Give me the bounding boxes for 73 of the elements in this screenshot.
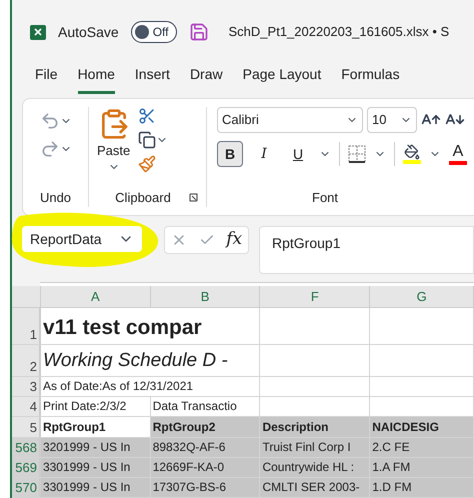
row-number[interactable]: 1 [12, 308, 41, 344]
font-name-field[interactable]: Calibri [217, 107, 363, 133]
table-cell: 89832Q-AF-6 [150, 438, 260, 457]
row-number[interactable]: 2 [12, 345, 41, 376]
fill-color-icon[interactable] [403, 144, 421, 164]
dialog-launcher-icon[interactable] [189, 192, 198, 202]
borders-icon[interactable] [348, 145, 366, 163]
autosave-label: AutoSave [58, 22, 119, 42]
excel-logo-icon [30, 24, 46, 40]
underline-button[interactable]: U [285, 141, 311, 167]
italic-button[interactable]: I [251, 141, 277, 167]
column-header[interactable]: F [260, 286, 370, 307]
formula-field[interactable]: RptGroup1 [259, 226, 474, 274]
group-label: Undo [40, 188, 72, 206]
row-number[interactable]: 5 [12, 417, 41, 437]
table-row[interactable]: 1 v11 test compar [12, 308, 474, 345]
table-cell: Data Transactio [150, 397, 260, 416]
table-row[interactable]: 4 Print Date:2/3/2 Data Transactio [12, 397, 474, 417]
row-number[interactable]: 3 [12, 377, 41, 396]
paste-button[interactable]: Paste [97, 107, 130, 173]
column-header[interactable]: A [40, 286, 151, 307]
table-cell: v11 test compar [40, 308, 260, 344]
ribbon-tab[interactable]: Insert [134, 64, 170, 94]
table-cell: RptGroup1 [40, 417, 151, 437]
save-icon[interactable] [188, 22, 209, 42]
table-row[interactable]: 570 3301999 - US In 17307G-BS-6 CMLTI SER 2003- 1.D FM [12, 478, 474, 498]
name-box[interactable]: ReportData [22, 226, 142, 252]
table-cell: Print Date:2/3/2 [40, 397, 151, 416]
group-label: Font [312, 188, 340, 206]
ribbon-tab[interactable]: File [35, 64, 58, 94]
ribbon-tab[interactable]: Formulas [341, 64, 400, 94]
row-number[interactable]: 568 [12, 438, 41, 457]
redo-icon[interactable] [40, 139, 60, 159]
table-cell: As of Date:As of 12/31/2021 [40, 377, 260, 396]
format-painter-icon[interactable] [138, 155, 156, 173]
table-cell: RptGroup2 [150, 417, 260, 437]
table-cell: NAICDESIG [370, 417, 474, 437]
row-number[interactable]: 4 [12, 397, 41, 416]
table-row[interactable]: 2 Working Schedule D - [12, 345, 474, 377]
table-row[interactable]: 569 3301999 - US In 12669F-KA-0 Countrywide HL : 1.A FM [12, 458, 474, 478]
insert-function-button[interactable]: fx [226, 227, 242, 253]
table-cell: Countrywide HL : [260, 458, 370, 477]
table-cell: 17307G-BS-6 [150, 478, 260, 497]
table-cell: 3201999 - US In [40, 438, 151, 457]
table-cell: 1.D FM [370, 478, 474, 497]
table-row[interactable]: 568 3201999 - US In 89832Q-AF-6 Truist Finl Corp I 2.C FE [12, 438, 474, 458]
ribbon-tab[interactable]: Home [78, 64, 115, 94]
font-color-button[interactable]: A [449, 143, 467, 165]
column-header[interactable]: G [370, 286, 474, 307]
cut-icon[interactable] [138, 107, 156, 125]
table-cell: 12669F-KA-0 [150, 458, 260, 477]
column-header[interactable]: B [150, 286, 260, 307]
table-cell: 3301999 - US In [40, 458, 151, 477]
font-size-field[interactable]: 10 [367, 107, 417, 133]
table-cell: 3301999 - US In [40, 478, 151, 497]
group-label: Clipboard [115, 188, 171, 207]
ribbon-tab[interactable]: Draw [190, 64, 223, 94]
ribbon-tab[interactable]: Page Layout [242, 64, 322, 94]
bold-button[interactable]: B [217, 141, 243, 167]
copy-icon[interactable] [138, 131, 156, 149]
undo-icon[interactable] [40, 111, 60, 131]
window-title: SchD_Pt1_20220203_161605.xlsx • S [228, 23, 450, 42]
table-cell: 2.C FE [370, 438, 474, 457]
row-number[interactable]: 570 [12, 478, 41, 497]
row-number[interactable]: 569 [12, 458, 41, 477]
table-cell: 1.A FM [370, 458, 474, 477]
table-cell: Truist Finl Corp I [260, 438, 370, 457]
autosave-toggle[interactable]: Off [130, 21, 177, 43]
table-row[interactable]: 3 As of Date:As of 12/31/2021 [12, 377, 474, 397]
table-cell: Description [260, 417, 370, 437]
table-cell: Working Schedule D - [40, 345, 260, 376]
table-row[interactable]: 5 RptGroup1 RptGroup2 Description NAICDESIG [12, 417, 474, 438]
table-cell: CMLTI SER 2003- [260, 478, 370, 497]
